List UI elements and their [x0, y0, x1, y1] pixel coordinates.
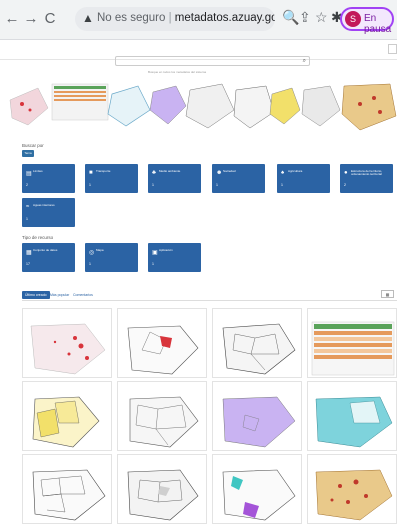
- zoom-icon[interactable]: 🔍: [282, 9, 299, 26]
- leaf-icon: ♣: [152, 170, 156, 176]
- profile-status: En pausa: [364, 13, 392, 35]
- map-icon: ◎: [89, 250, 95, 256]
- search-by-label: Buscar por: [22, 143, 44, 148]
- result-card[interactable]: [307, 308, 397, 378]
- warning-icon[interactable]: ▲: [82, 11, 94, 25]
- result-card[interactable]: [22, 381, 112, 451]
- tab-comments[interactable]: Comentarios: [70, 291, 96, 299]
- people-icon: ☻: [216, 170, 223, 176]
- category-tile-aguas-interiores[interactable]: ≈ Aguas interiores 1: [22, 198, 75, 227]
- resource-tile-dataset[interactable]: ▦ Conjunto de datos 17: [22, 243, 75, 272]
- result-card[interactable]: [307, 454, 397, 524]
- insecure-label: No es seguro: [97, 12, 166, 24]
- water-icon: ≈: [26, 204, 30, 210]
- divider: [22, 300, 397, 301]
- map-thumbnail: [120, 320, 206, 377]
- back-icon[interactable]: ←: [4, 10, 20, 27]
- topic-chip[interactable]: Tema: [22, 150, 34, 157]
- map-thumbnail: [215, 393, 301, 450]
- category-tile-agricultura[interactable]: ♠ Agricultura 1: [277, 164, 330, 193]
- tree-icon: ♠: [281, 170, 285, 176]
- resource-type-label: Tipo de recurso: [22, 235, 54, 240]
- language-select[interactable]: [388, 44, 397, 54]
- map-thumbnail: [120, 466, 206, 523]
- view-toggle-button[interactable]: ▦: [381, 290, 394, 298]
- search-hint: Busque en todos los metadatos del sistem…: [148, 70, 207, 74]
- result-card[interactable]: [22, 308, 112, 378]
- result-card[interactable]: [22, 454, 112, 524]
- result-card[interactable]: [212, 454, 302, 524]
- map-thumbnail: [25, 393, 111, 450]
- category-tile-estructura[interactable]: ● Estructura del territorio, ordenamient…: [340, 164, 393, 193]
- address-bar[interactable]: ▲ No es seguro | metadatos.azuay.gob.ec/…: [75, 7, 275, 31]
- avatar: S: [345, 11, 361, 27]
- map-thumbnail: [215, 466, 301, 523]
- result-card[interactable]: [212, 381, 302, 451]
- dataset-icon: ▦: [26, 250, 32, 256]
- reload-icon[interactable]: C: [42, 10, 58, 27]
- result-card[interactable]: [117, 381, 207, 451]
- tab-latest[interactable]: Último creado: [22, 291, 50, 299]
- share-icon[interactable]: ⇪: [299, 9, 311, 26]
- result-card[interactable]: [117, 454, 207, 524]
- map-thumbnail: [310, 393, 396, 450]
- result-card[interactable]: [212, 308, 302, 378]
- map-thumbnail: [215, 320, 301, 377]
- result-card[interactable]: [117, 308, 207, 378]
- resource-tile-map[interactable]: ◎ Mapa 1: [85, 243, 138, 272]
- category-tile-sociedad[interactable]: ☻ Sociedad 1: [212, 164, 265, 193]
- result-card[interactable]: [307, 381, 397, 451]
- star-icon[interactable]: ☆: [315, 9, 328, 26]
- search-icon[interactable]: ⌕: [303, 58, 306, 65]
- tab-popular[interactable]: Más popular: [47, 291, 72, 299]
- profile-button[interactable]: S En pausa: [340, 7, 394, 35]
- url-text: metadatos.azuay.gob.ec/geo...: [174, 12, 275, 24]
- map-thumbnail: [120, 393, 206, 450]
- map-icon: ▤: [26, 171, 32, 177]
- search-input[interactable]: ⌕: [115, 56, 310, 66]
- map-thumbnail: [310, 466, 396, 523]
- category-tile-limites[interactable]: ▤ Límites 2: [22, 164, 75, 193]
- category-tile-medio-ambiente[interactable]: ♣ Medio ambiente 1: [148, 164, 201, 193]
- browser-toolbar: ← → C ▲ No es seguro | metadatos.azuay.g…: [0, 0, 397, 40]
- forward-icon[interactable]: →: [23, 10, 39, 27]
- map-thumbnail: [25, 320, 111, 377]
- map-banner: [8, 80, 397, 132]
- table-thumbnail: [310, 320, 396, 377]
- map-thumbnail: [25, 466, 111, 523]
- category-tile-transporte[interactable]: ■ Transporte 1: [85, 164, 138, 193]
- globe-icon: ●: [344, 170, 348, 176]
- car-icon: ■: [89, 170, 93, 176]
- resource-tile-application[interactable]: ▣ Aplicación 1: [148, 243, 201, 272]
- app-icon: ▣: [152, 250, 158, 256]
